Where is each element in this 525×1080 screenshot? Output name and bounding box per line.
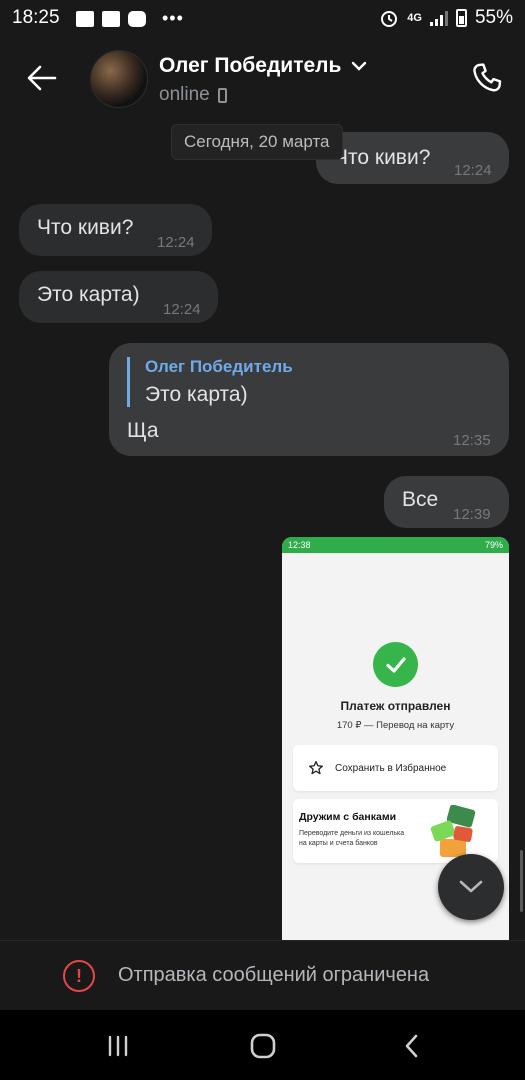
message-time: 12:24: [157, 234, 195, 251]
recent-apps-button[interactable]: [103, 1032, 133, 1060]
scrollbar[interactable]: [520, 850, 523, 912]
back-button[interactable]: [22, 60, 62, 96]
youtube-icon: [128, 10, 146, 27]
status-time: 18:25: [12, 7, 60, 28]
contact-name[interactable]: Олег Победитель: [159, 54, 367, 78]
favorite-card: Сохранить в Избранное: [293, 745, 498, 791]
message-time: 12:39: [453, 506, 491, 523]
back-arrow-icon: [27, 65, 57, 91]
message-bubble[interactable]: Все 12:39: [384, 476, 509, 528]
online-status: online: [159, 84, 210, 105]
banks-description: Переводите деньги из кошелька на карты и…: [299, 830, 405, 847]
chat-header: Олег Победитель online: [0, 36, 525, 122]
back-nav-button[interactable]: [396, 1032, 426, 1060]
payment-title: Платеж отправлен: [340, 699, 451, 713]
star-icon: [307, 759, 325, 777]
message-time: 12:24: [163, 301, 201, 318]
message-text: Что киви?: [334, 146, 431, 169]
signal-icon: [429, 10, 448, 26]
contact-name-text: Олег Победитель: [159, 54, 342, 77]
mobile-icon: [217, 87, 227, 103]
reply-message-bubble[interactable]: Олег Победитель Это карта) Ща 12:35: [109, 343, 509, 456]
message-text: Ща: [127, 419, 159, 442]
video-icon: [102, 10, 120, 27]
message-text: Все: [402, 488, 439, 511]
restriction-bar: ! Отправка сообщений ограничена: [0, 940, 525, 1010]
network-type: 4G: [407, 12, 422, 24]
check-icon: [373, 642, 418, 687]
favorite-label: Сохранить в Избранное: [335, 762, 447, 774]
system-icons: 4G 55%: [379, 7, 513, 29]
scroll-down-button[interactable]: [438, 854, 504, 920]
message-bubble[interactable]: Что киви? 12:24: [316, 132, 509, 184]
back-chevron-icon: [405, 1034, 418, 1058]
restriction-text: Отправка сообщений ограничена: [118, 964, 430, 986]
contact-status: online: [159, 84, 227, 106]
date-chip-text: Сегодня, 20 марта: [184, 132, 330, 151]
reply-quote[interactable]: Олег Победитель Это карта): [127, 357, 491, 407]
battery-icon: [455, 9, 467, 27]
message-bubble[interactable]: Это карта) 12:24: [19, 271, 218, 323]
gallery-icon: [76, 10, 94, 27]
money-illustration-icon: [430, 805, 476, 857]
message-time: 12:35: [453, 432, 491, 449]
chevron-down-icon: [352, 61, 367, 71]
attachment-clock: 12:38: [288, 540, 311, 550]
attachment-battery: 79%: [484, 540, 503, 550]
home-button[interactable]: [248, 1032, 278, 1060]
notification-icons: •••: [76, 8, 184, 29]
warning-icon: !: [63, 960, 95, 992]
system-nav-bar: [0, 1010, 525, 1080]
chevron-down-icon: [459, 880, 483, 893]
alarm-icon: [381, 11, 398, 27]
message-bubble[interactable]: Что киви? 12:24: [19, 204, 212, 256]
message-list[interactable]: Что киви? 12:24 Сегодня, 20 марта Что ки…: [0, 122, 525, 940]
message-text: Это карта): [37, 283, 140, 306]
more-notifications-icon: •••: [162, 8, 184, 28]
reply-text: Это карта): [145, 383, 248, 406]
battery-level: 55%: [474, 7, 513, 28]
status-bar: 18:25 ••• 4G 55%: [0, 0, 525, 36]
date-chip: Сегодня, 20 марта: [171, 124, 343, 160]
recent-apps-icon: [108, 1035, 128, 1057]
payment-subtitle: 170 ₽ — Перевод на карту: [336, 720, 455, 731]
home-icon: [250, 1033, 276, 1059]
message-time: 12:24: [454, 162, 492, 179]
call-button[interactable]: [467, 58, 507, 98]
phone-icon: [473, 63, 502, 92]
attachment-status-bar: 12:39 12:38 79%: [282, 537, 509, 553]
avatar[interactable]: [90, 50, 148, 108]
reply-author: Олег Победитель: [145, 357, 293, 376]
message-text: Что киви?: [37, 216, 134, 239]
